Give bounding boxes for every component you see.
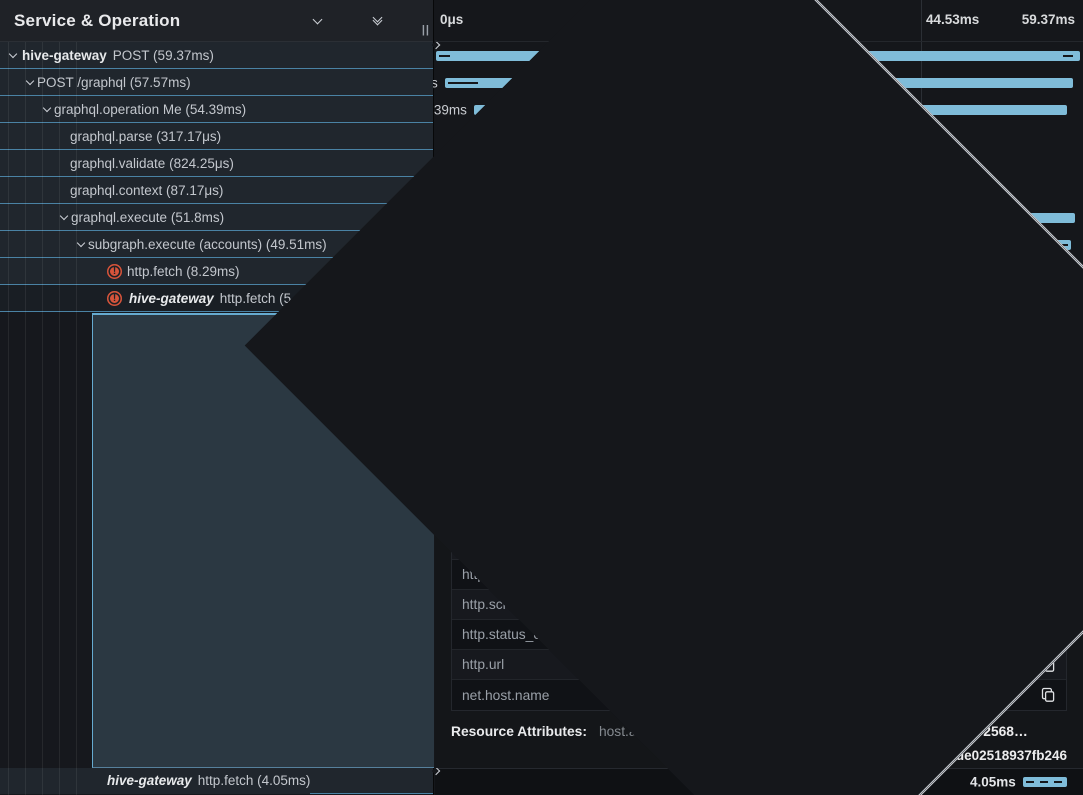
resource-attributes-label[interactable]: Resource Attributes: [451,724,587,739]
axis-tick: 0μs [440,12,463,27]
copy-icon [1041,687,1056,703]
double-chevron-down-icon[interactable] [365,9,389,33]
tree-row[interactable]: graphql.parse (317.17μs) [0,123,433,150]
span-name: subgraph.execute (accounts) (49.51ms) [88,237,327,252]
tree-row[interactable]: POST /graphql (57.57ms) [0,69,433,96]
panel-title: Service & Operation [14,11,299,31]
span-name: http.fetch (4.05ms) [198,773,311,788]
self-time-dash [439,55,451,57]
chevron-right-icon[interactable] [335,9,359,33]
panel-resize-handle[interactable]: || [422,24,430,36]
span-name: http.fetch (8.29ms) [127,264,240,279]
collapse-chevron-icon[interactable] [23,81,37,84]
tree-row[interactable]: hive-gateway POST (59.37ms) [0,42,433,69]
collapse-chevron-icon[interactable] [74,243,88,246]
tree-row[interactable]: graphql.context (87.17μs) [0,177,433,204]
collapse-chevron-icon[interactable] [57,216,71,219]
tree-row[interactable]: graphql.operation Me (54.39ms) [0,96,433,123]
duration-label: 4.05ms [970,775,1016,790]
trace-viewer: 0μs 14.84ms 29.68ms 44.53ms 59.37ms 57.5… [0,0,1083,795]
axis-tick: 59.37ms [1022,12,1075,27]
self-time-dash [448,82,478,84]
service-name: hive-gateway [107,773,192,788]
axis-tick: 44.53ms [926,12,979,27]
double-chevron-right-icon[interactable] [395,9,419,33]
tree-row[interactable]: hive-gateway http.fetch (4.05ms) [0,768,310,794]
service-operation-panel: Service & Operation || hive-gateway POST … [0,0,434,795]
span-name: graphql.context (87.17μs) [70,183,223,198]
error-icon: ! [107,291,122,306]
chevron-down-icon[interactable] [305,9,329,33]
collapse-chevron-icon[interactable] [6,54,20,57]
span-name: graphql.parse (317.17μs) [70,129,221,144]
span-name: graphql.execute (51.8ms) [71,210,224,225]
self-time-dash [1063,55,1073,57]
tree-row[interactable]: graphql.validate (824.25μs) [0,150,433,177]
span-bar[interactable] [1023,777,1067,787]
service-name: hive-gateway [129,291,214,306]
span-name: POST /graphql (57.57ms) [37,75,191,90]
span-name: graphql.validate (824.25μs) [70,156,234,171]
span-name: graphql.operation Me (54.39ms) [54,102,246,117]
copy-button[interactable] [1041,687,1056,703]
span-name: POST (59.37ms) [113,48,214,63]
tree-bottom-row[interactable]: hive-gateway http.fetch (4.05ms) [0,768,433,794]
error-icon: ! [107,264,122,279]
service-operation-header: Service & Operation [0,0,433,42]
collapse-chevron-icon[interactable] [40,108,54,111]
service-name: hive-gateway [22,48,107,63]
